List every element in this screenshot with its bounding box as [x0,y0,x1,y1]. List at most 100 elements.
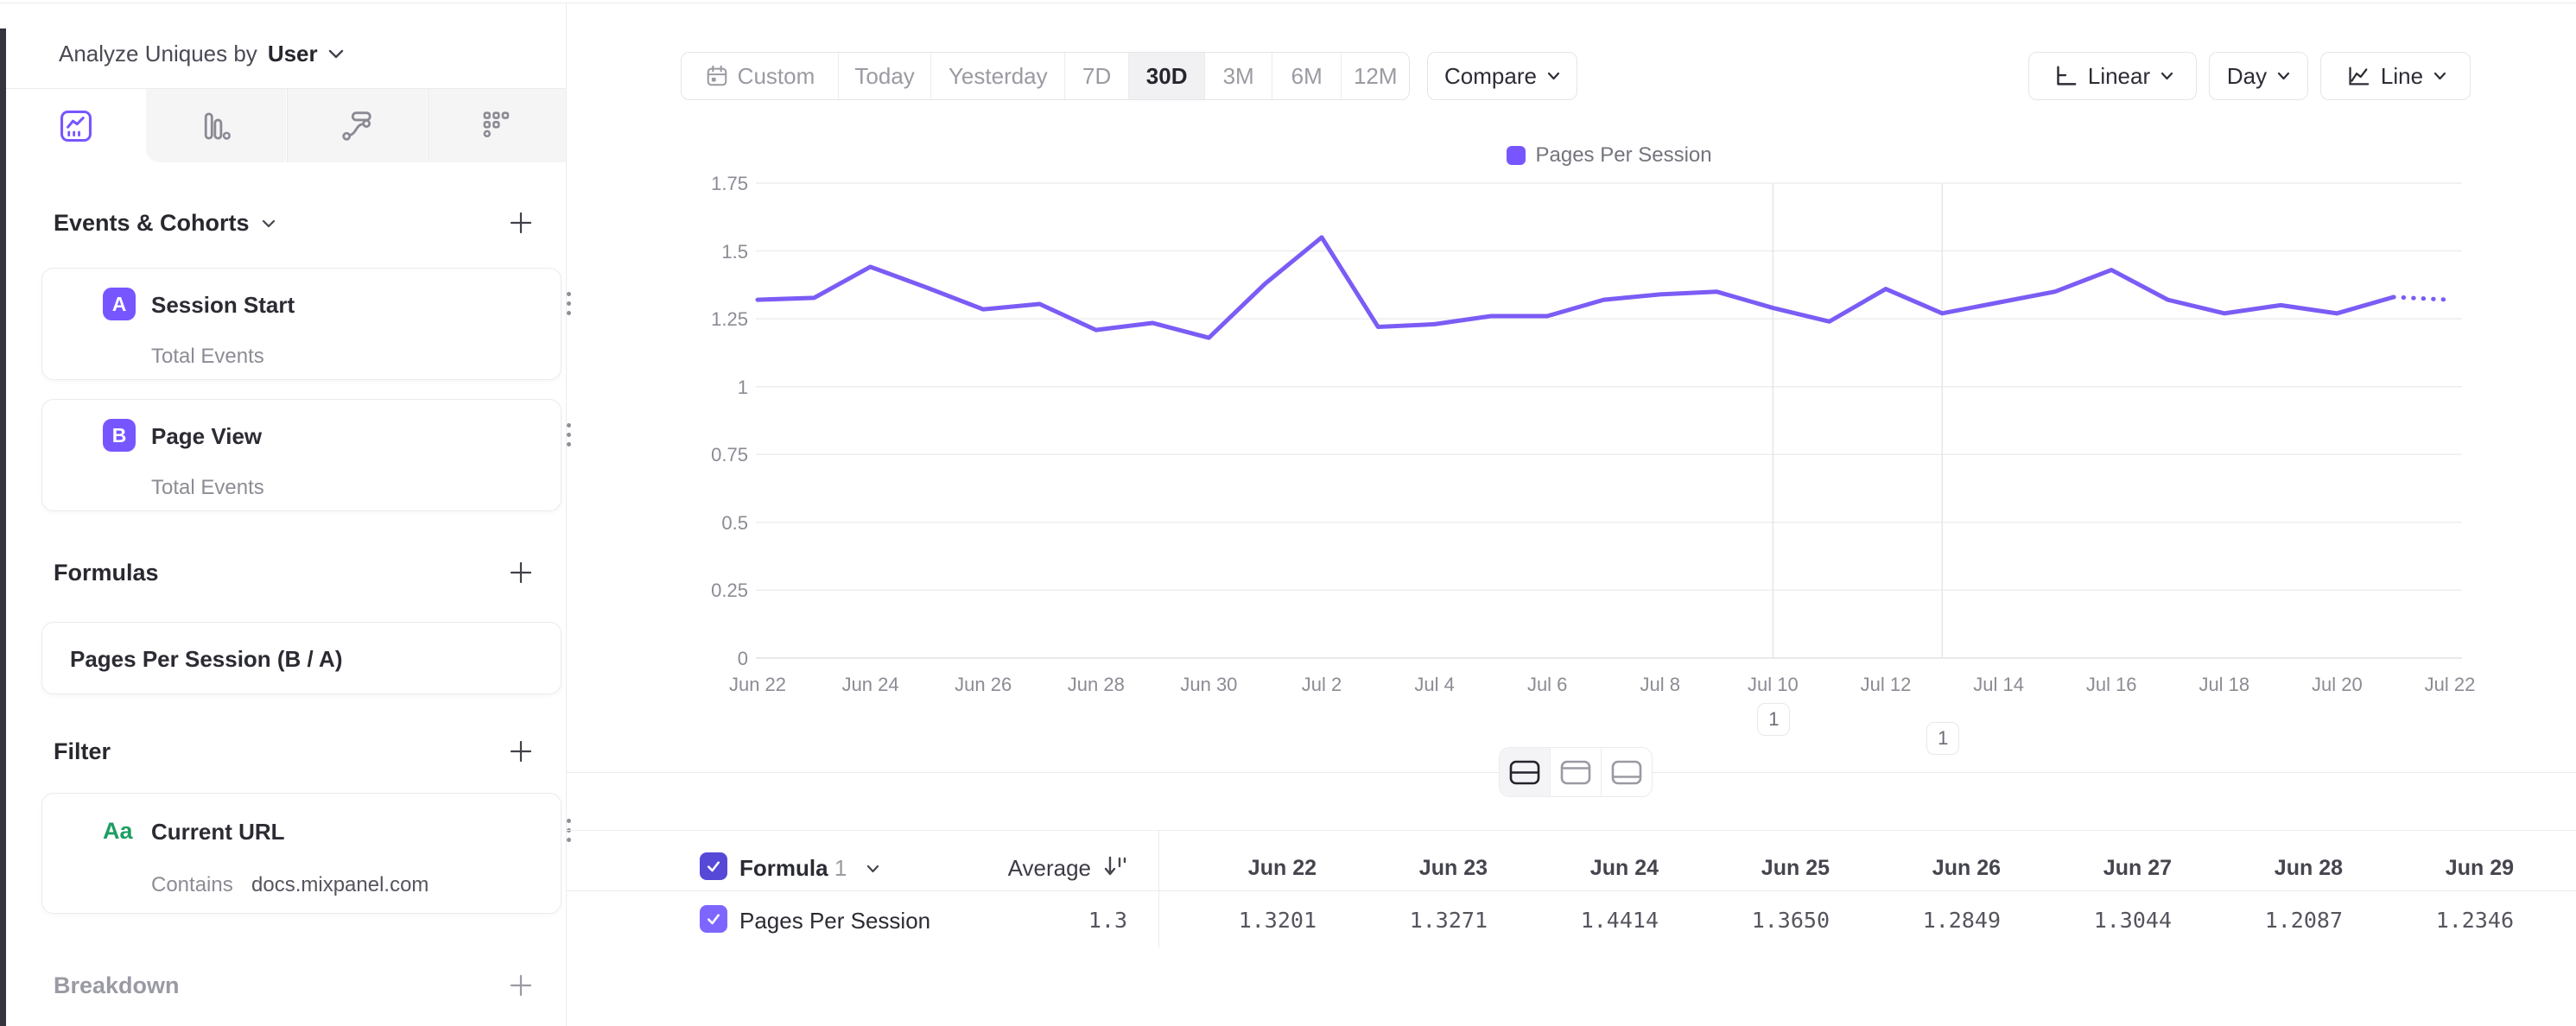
legend-series-label: Pages Per Session [1536,143,1712,168]
x-axis-label: Jul 6 [1500,674,1595,696]
series-value-cell: 1.3271 [1349,908,1488,933]
table-header-divider [567,890,2576,891]
date-column-header[interactable]: Jun 27 [2034,856,2172,881]
event-measure[interactable]: Total Events [151,476,264,500]
sidebar-divider [566,3,567,1026]
event-letter-badge: B [103,419,136,452]
filter-label: Filter [54,738,111,765]
x-axis-label: Jul 4 [1387,674,1482,696]
event-options-button[interactable] [555,286,581,320]
tab-funnels[interactable] [146,89,286,162]
range-label: 6M [1291,63,1323,90]
scale-button[interactable]: Linear [2028,52,2197,100]
range-30d[interactable]: 30D [1129,53,1205,99]
add-formula-button[interactable] [508,560,534,586]
range-today[interactable]: Today [839,53,931,99]
x-axis-label: Jun 24 [823,674,918,696]
series-average-value: 1.3 [989,908,1127,933]
interval-button[interactable]: Day [2209,52,2308,100]
tab-retention[interactable] [428,89,566,162]
date-column-header[interactable]: Jun 25 [1691,856,1830,881]
insights-icon [59,109,93,143]
x-axis-label: Jul 10 [1725,674,1820,696]
analyze-uniques-label: Analyze Uniques by [59,41,257,67]
series-row-name[interactable]: Pages Per Session [739,908,930,934]
date-column-header[interactable]: Jun 24 [1520,856,1659,881]
date-column-header[interactable]: Jun 22 [1178,856,1317,881]
compare-button[interactable]: Compare [1427,52,1577,100]
x-axis-label: Jun 28 [1049,674,1144,696]
series-value-cell: 1.2087 [2205,908,2343,933]
range-label: 30D [1146,63,1188,90]
x-axis-label: Jun 22 [710,674,805,696]
range-3m[interactable]: 3M [1205,53,1272,99]
y-axis-label: 1 [688,377,748,399]
retention-icon [479,109,514,143]
series-value-cell: 1.3650 [1691,908,1830,933]
series-value-cell: 1.2346 [2376,908,2514,933]
events-cohorts-header[interactable]: Events & Cohorts [54,210,276,237]
event-measure[interactable]: Total Events [151,345,264,369]
add-event-button[interactable] [508,210,534,236]
formula-group-checkbox[interactable] [700,852,727,880]
layout-table-button[interactable] [1602,748,1652,796]
chevron-down-icon [2433,72,2446,80]
date-column-header[interactable]: Jun 26 [1862,856,2001,881]
date-column-header[interactable]: Jun 29 [2376,856,2514,881]
event-card-page-view[interactable]: B Page View Total Events [41,399,562,511]
tab-insights[interactable] [6,89,146,162]
chart-type-button[interactable]: Line [2320,52,2471,100]
series-value-cell: 1.4414 [1520,908,1659,933]
formula-card[interactable]: Pages Per Session (B / A) [41,622,562,694]
chevron-down-icon [262,219,276,228]
table-group-number: 1 [834,855,847,881]
chart-legend[interactable]: Pages Per Session [1507,143,1712,168]
annotation-badge[interactable]: 1 [1926,722,1959,755]
y-axis-label: 0 [688,648,748,670]
average-column-header[interactable]: Average [953,855,1091,882]
series-value-cell: 1.3201 [1178,908,1317,933]
linear-scale-icon [2052,63,2078,89]
layout-toggle [1499,747,1653,797]
x-axis-label: Jul 2 [1274,674,1369,696]
scale-label: Linear [2088,63,2150,90]
x-axis-label: Jul 18 [2177,674,2272,696]
date-column-header[interactable]: Jun 28 [2205,856,2343,881]
filter-value[interactable]: docs.mixpanel.com [251,873,428,897]
chevron-down-icon[interactable] [328,49,344,59]
range-6m[interactable]: 6M [1272,53,1342,99]
series-row-checkbox[interactable] [700,905,727,933]
layout-split-button[interactable] [1500,748,1551,796]
table-group-label[interactable]: Formula 1 [739,855,847,882]
event-letter-badge: A [103,288,136,320]
event-name[interactable]: Page View [151,423,262,450]
filter-operator[interactable]: Contains [151,873,233,897]
range-12m[interactable]: 12M [1342,53,1409,99]
sort-icon[interactable] [1102,853,1128,879]
events-cohorts-label: Events & Cohorts [54,210,250,237]
chevron-down-icon[interactable] [866,864,879,873]
annotation-badge[interactable]: 1 [1757,703,1790,736]
filter-card[interactable]: Aa Current URL Contains docs.mixpanel.co… [41,793,562,914]
event-name[interactable]: Session Start [151,292,295,319]
filter-property[interactable]: Current URL [151,819,285,846]
analyze-uniques-value[interactable]: User [268,41,318,67]
tab-flows[interactable] [287,89,427,162]
range-label: 7D [1082,63,1111,90]
range-label: Today [854,63,914,90]
date-column-header[interactable]: Jun 23 [1349,856,1488,881]
legend-swatch [1507,146,1526,165]
range-label: Yesterday [949,63,1048,90]
range-7d[interactable]: 7D [1065,53,1129,99]
range-custom[interactable]: Custom [682,53,839,99]
formula-expression[interactable]: Pages Per Session (B / A) [70,646,342,673]
event-card-session-start[interactable]: A Session Start Total Events [41,268,562,380]
add-filter-button[interactable] [508,738,534,764]
layout-chart-button[interactable] [1551,748,1602,796]
range-yesterday[interactable]: Yesterday [931,53,1065,99]
event-options-button[interactable] [555,417,581,452]
date-range-control: Custom Today Yesterday 7D 30D 3M 6M 12M [681,52,1410,100]
y-axis-label: 1.5 [688,241,748,263]
series-value-cell: 1.2849 [1862,908,2001,933]
add-breakdown-button[interactable] [508,972,534,998]
